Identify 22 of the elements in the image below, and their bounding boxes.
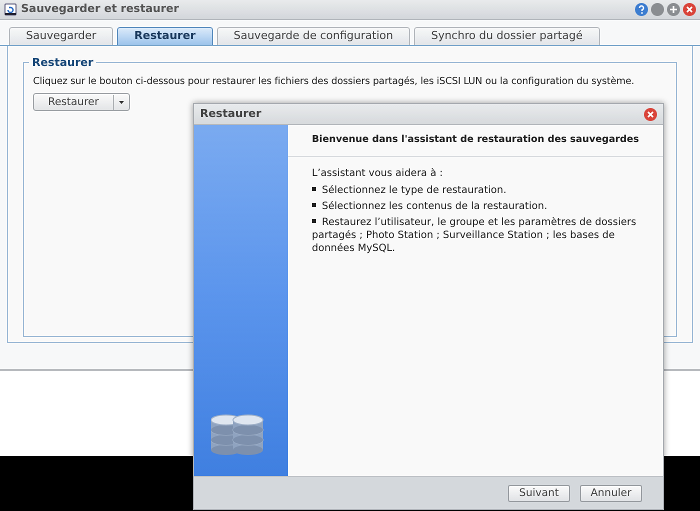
tab[interactable]: Sauvegarder xyxy=(9,27,114,45)
wizard-step: Sélectionnez les contenus de la restauration. xyxy=(312,200,639,213)
window-title: Sauvegarder et restaurer xyxy=(21,1,179,18)
minimize-icon[interactable] xyxy=(651,3,664,16)
tab[interactable]: Sauvegarde de configuration xyxy=(216,27,410,45)
wizard-step: Sélectionnez le type de restauration. xyxy=(312,184,639,197)
restore-dropdown-button[interactable]: Restaurer xyxy=(33,93,130,112)
maximize-icon[interactable] xyxy=(667,3,680,16)
section-description: Cliquez sur le bouton ci-dessous pour restaurer les fichiers des dossiers partagés, les iSCSI LUN ou la configuration du système. xyxy=(33,75,636,89)
wizard-step: Restaurez l’utilisateur, le groupe et les paramètres de dossiers partagés ; Photo Station ; Surveillance Station ; les bases de données MySQL. xyxy=(312,216,639,255)
caret-icon xyxy=(116,99,126,106)
tab[interactable]: Synchro du dossier partagé xyxy=(414,27,600,45)
backup-app-icon xyxy=(4,3,17,16)
close-icon[interactable] xyxy=(644,108,657,120)
help-icon[interactable] xyxy=(635,3,648,16)
dialog-button[interactable]: Suivant xyxy=(508,484,570,502)
close-icon[interactable] xyxy=(683,3,696,16)
wizard-heading: Bienvenue dans l'assistant de restauration des sauvegardes xyxy=(312,133,639,148)
tab[interactable]: Restaurer xyxy=(117,27,213,45)
dialog-title: Restaurer xyxy=(200,106,262,122)
wizard-intro: L’assistant vous aidera à : xyxy=(312,167,444,181)
dialog-button[interactable]: Annuler xyxy=(580,484,642,502)
